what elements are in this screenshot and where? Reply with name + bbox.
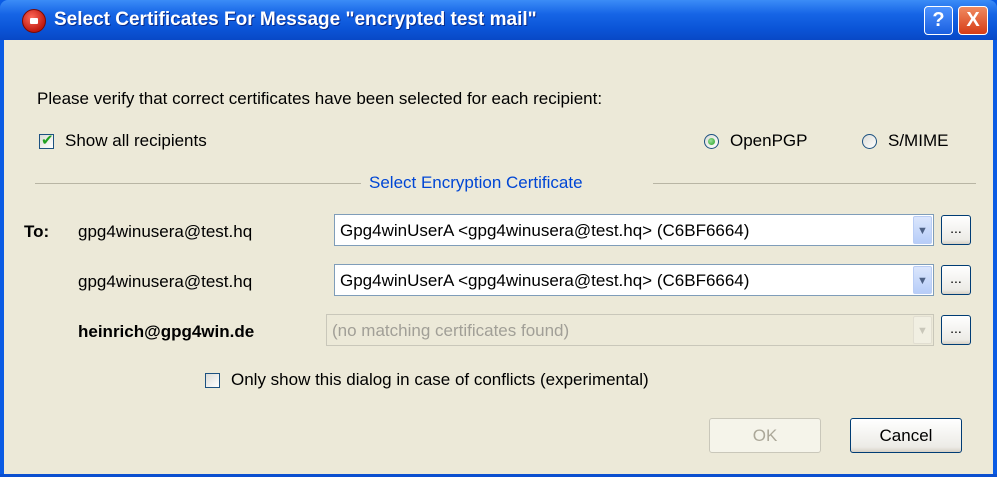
recipient-email: gpg4winusera@test.hq	[78, 272, 253, 291]
radio-selected-dot	[708, 138, 715, 145]
openpgp-radio[interactable]	[704, 134, 719, 149]
chevron-down-icon[interactable]: ▼	[913, 266, 932, 294]
certificate-select-disabled: (no matching certificates found) ▼	[326, 314, 934, 346]
dialog-window: Select Certificates For Message "encrypt…	[0, 0, 997, 477]
title-bar[interactable]: Select Certificates For Message "encrypt…	[0, 0, 997, 40]
help-button[interactable]: ?	[924, 6, 953, 35]
chevron-down-icon[interactable]: ▼	[913, 216, 932, 244]
instruction-text: Please verify that correct certificates …	[37, 89, 603, 108]
group-divider-right	[653, 183, 976, 184]
to-label: To:	[24, 222, 50, 241]
app-icon	[22, 9, 46, 33]
cancel-button[interactable]: Cancel	[850, 418, 962, 453]
certificate-select-value: (no matching certificates found)	[332, 321, 570, 340]
recipient-email: heinrich@gpg4win.de	[78, 322, 255, 341]
smime-radio[interactable]	[862, 134, 877, 149]
certificate-select-value: Gpg4winUserA <gpg4winusera@test.hq> (C6B…	[340, 271, 750, 290]
certificate-select-value: Gpg4winUserA <gpg4winusera@test.hq> (C6B…	[340, 221, 750, 240]
ok-button[interactable]: OK	[709, 418, 821, 453]
browse-certificate-button[interactable]: ...	[941, 315, 971, 345]
smime-label[interactable]: S/MIME	[888, 131, 948, 151]
recipient-email: gpg4winusera@test.hq	[78, 222, 253, 241]
certificate-select[interactable]: Gpg4winUserA <gpg4winusera@test.hq> (C6B…	[334, 264, 934, 296]
close-button[interactable]: X	[958, 6, 988, 35]
openpgp-label[interactable]: OpenPGP	[730, 131, 808, 151]
conflicts-only-checkbox[interactable]	[205, 373, 220, 388]
dialog-body: Please verify that correct certificates …	[4, 40, 993, 474]
browse-certificate-button[interactable]: ...	[941, 265, 971, 295]
check-mark-icon: ✔	[41, 132, 54, 149]
group-divider-left	[35, 183, 361, 184]
window-title: Select Certificates For Message "encrypt…	[54, 9, 537, 30]
certificate-select[interactable]: Gpg4winUserA <gpg4winusera@test.hq> (C6B…	[334, 214, 934, 246]
chevron-down-icon: ▼	[913, 316, 932, 344]
conflicts-only-label[interactable]: Only show this dialog in case of conflic…	[231, 370, 649, 390]
browse-certificate-button[interactable]: ...	[941, 215, 971, 245]
show-all-recipients-checkbox[interactable]: ✔	[39, 132, 54, 149]
group-title: Select Encryption Certificate	[369, 173, 583, 192]
show-all-recipients-label[interactable]: Show all recipients	[65, 131, 207, 151]
